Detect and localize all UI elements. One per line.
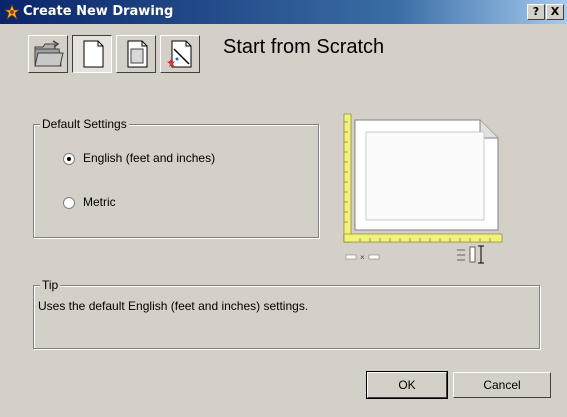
autocad-icon xyxy=(4,4,20,20)
metric-option-label[interactable]: Metric xyxy=(83,195,116,209)
help-button[interactable]: ? xyxy=(527,4,545,20)
tip-text: Uses the default English (feet and inche… xyxy=(38,299,309,313)
english-radio[interactable] xyxy=(63,153,75,165)
blank-page-icon xyxy=(83,40,104,68)
tip-group: Tip xyxy=(33,278,540,349)
use-template-button[interactable] xyxy=(116,35,156,73)
close-button[interactable]: X xyxy=(546,4,564,20)
start-from-scratch-button[interactable] xyxy=(72,35,112,73)
metric-radio[interactable] xyxy=(63,197,75,209)
default-settings-group: Default Settings xyxy=(33,117,319,238)
english-option-label[interactable]: English (feet and inches) xyxy=(83,151,215,165)
svg-text:×: × xyxy=(360,253,365,262)
default-settings-label: Default Settings xyxy=(40,117,129,131)
tip-label: Tip xyxy=(40,278,61,292)
open-drawing-button[interactable] xyxy=(28,35,68,73)
title-bar[interactable]: Create New Drawing ? X xyxy=(0,0,567,24)
window-title: Create New Drawing xyxy=(23,4,174,19)
cancel-button[interactable]: Cancel xyxy=(453,372,551,398)
page-heading: Start from Scratch xyxy=(223,36,385,58)
ok-button[interactable]: OK xyxy=(366,371,448,399)
template-icon xyxy=(127,40,148,68)
create-new-drawing-dialog: Create New Drawing ? X Start from Scratc… xyxy=(0,0,567,417)
drawing-preview-icon: × xyxy=(343,113,503,264)
folder-open-icon xyxy=(34,40,64,67)
wizard-icon xyxy=(167,40,192,68)
english-radio-dot xyxy=(67,157,71,161)
use-wizard-button[interactable] xyxy=(160,35,200,73)
